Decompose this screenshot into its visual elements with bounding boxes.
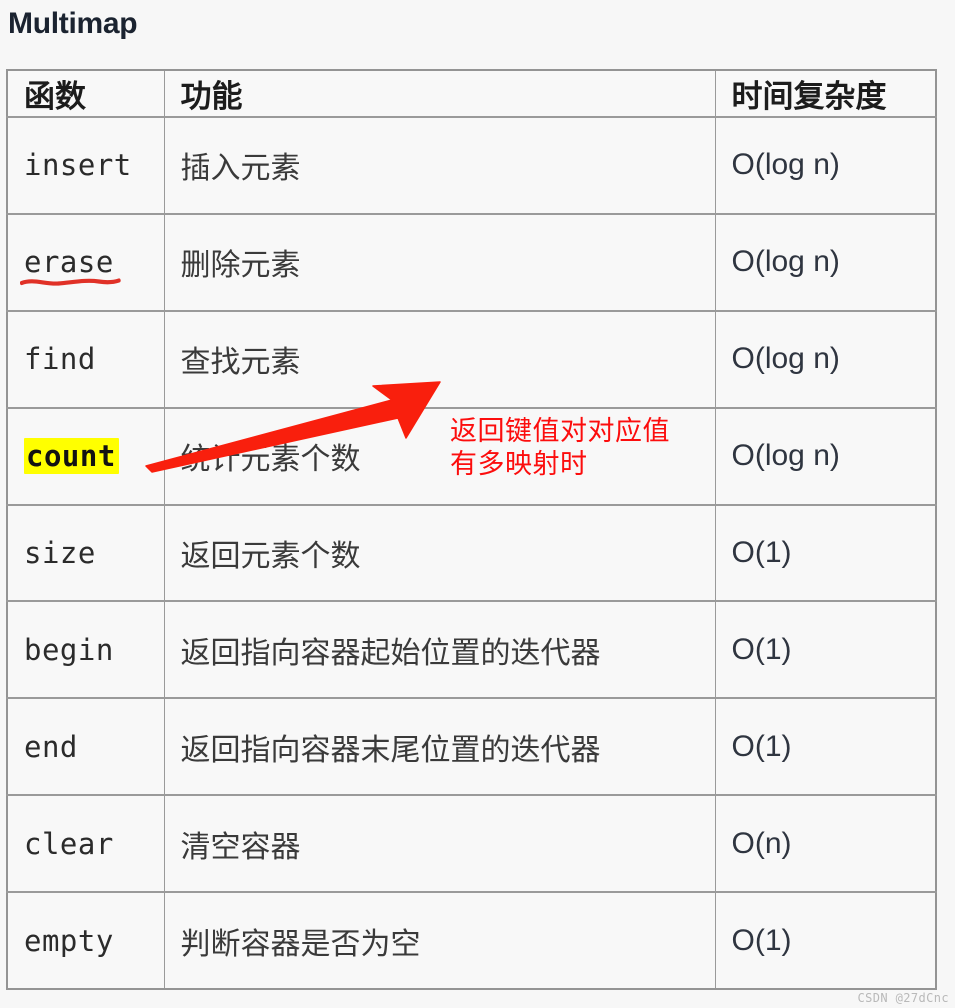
cell-complexity: O(1) [714, 697, 937, 796]
table-body: insert 插入元素 O(log n) erase 删除元素 O(log n) [6, 116, 937, 990]
cell-complexity: O(log n) [714, 406, 937, 505]
erase-underlined-text: erase [20, 245, 121, 286]
table-row: begin 返回指向容器起始位置的迭代器 O(1) [6, 600, 937, 699]
cell-description: 判断容器是否为空 [163, 891, 716, 990]
cell-description: 查找元素 [163, 309, 716, 409]
csdn-watermark: CSDN @27dCnc [857, 991, 949, 1005]
page-title: Multimap [8, 7, 138, 40]
cell-complexity: O(1) [714, 503, 937, 602]
table-header-row: 函数 功能 时间复杂度 [6, 70, 937, 118]
cell-function-name: begin [6, 600, 165, 699]
cell-description: 统计元素个数 [163, 406, 716, 505]
column-header-complexity: 时间复杂度 [714, 70, 937, 118]
cell-description: 插入元素 [163, 116, 716, 215]
cell-function-label: erase [24, 245, 114, 280]
cell-function-name: count [6, 406, 165, 505]
table-row: insert 插入元素 O(log n) [6, 116, 937, 215]
cell-complexity: O(log n) [714, 212, 937, 312]
cell-description: 返回元素个数 [163, 503, 716, 602]
table-row: end 返回指向容器末尾位置的迭代器 O(1) [6, 697, 937, 796]
cell-description: 返回指向容器起始位置的迭代器 [163, 600, 716, 699]
cell-function-name: find [6, 309, 165, 409]
table-row: empty 判断容器是否为空 O(1) [6, 891, 937, 990]
cell-function-name: erase [6, 212, 165, 312]
column-header-description: 功能 [163, 70, 716, 118]
table-row: size 返回元素个数 O(1) [6, 503, 937, 602]
table-row: find 查找元素 O(log n) [6, 309, 937, 409]
cell-description: 返回指向容器末尾位置的迭代器 [163, 697, 716, 796]
cell-function-name: empty [6, 891, 165, 990]
cell-function-name: insert [6, 116, 165, 215]
cell-complexity: O(1) [714, 600, 937, 699]
cell-complexity: O(log n) [714, 116, 937, 215]
cell-description: 清空容器 [163, 794, 716, 893]
cell-complexity: O(log n) [714, 309, 937, 409]
table-row: erase 删除元素 O(log n) [6, 212, 937, 312]
cell-description: 删除元素 [163, 212, 716, 312]
column-header-function: 函数 [6, 70, 165, 118]
cell-complexity: O(1) [714, 891, 937, 990]
table-row: clear 清空容器 O(n) [6, 794, 937, 893]
multimap-function-table: 函数 功能 时间复杂度 insert 插入元素 O(log n) erase 删… [6, 69, 937, 990]
cell-function-name: end [6, 697, 165, 796]
table-row: count 统计元素个数 O(log n) [6, 406, 937, 505]
cell-complexity: O(n) [714, 794, 937, 893]
cell-function-name: size [6, 503, 165, 602]
function-table-container: 函数 功能 时间复杂度 insert 插入元素 O(log n) erase 删… [6, 69, 937, 990]
cell-function-name: clear [6, 794, 165, 893]
count-highlighted-text: count [24, 438, 119, 475]
